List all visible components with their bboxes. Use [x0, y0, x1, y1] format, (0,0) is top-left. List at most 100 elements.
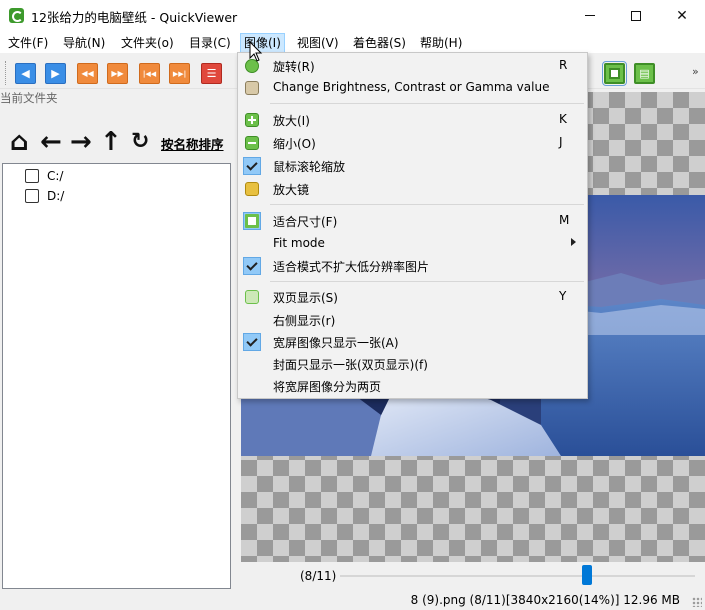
last-page-button[interactable]: ▶▶| — [169, 63, 190, 84]
dual-page-icon — [243, 288, 261, 306]
menu-separator — [270, 281, 584, 282]
menu-item-dual-page[interactable]: 双页显示(S) Y — [240, 286, 585, 308]
status-text: 8 (9).png (8/11)[3840x2160(14%)] 12.96 M… — [410, 593, 680, 607]
prev-page-button[interactable]: ◀ — [15, 63, 36, 84]
menu-item-shortcut: M — [559, 213, 570, 227]
fast-back-button[interactable]: ◀◀ — [77, 63, 98, 84]
page-slider-thumb[interactable] — [581, 565, 592, 585]
tree-item-label: C:/ — [47, 169, 64, 183]
refresh-icon[interactable]: ↻ — [131, 129, 149, 155]
menu-item-cover-single[interactable]: 封面只显示一张(双页显示)(f) — [240, 353, 585, 375]
menu-item-label: Change Brightness, Contrast or Gamma val… — [273, 80, 550, 94]
menu-item-label: 适合模式不扩大低分辨率图片 — [273, 260, 430, 274]
menu-navigate[interactable]: 导航(N) — [60, 33, 108, 53]
menu-item-fit-mode[interactable]: Fit mode — [240, 233, 585, 255]
menu-item-wheel-zoom[interactable]: 鼠标滚轮缩放 — [240, 155, 585, 177]
fit-window-button[interactable] — [602, 61, 627, 86]
menu-help[interactable]: 帮助(H) — [417, 33, 465, 53]
list-icon: ☰ — [206, 67, 217, 80]
menu-item-shortcut: J — [559, 135, 563, 149]
menu-item-shortcut: Y — [559, 289, 567, 303]
menu-item-shortcut: R — [559, 58, 568, 72]
zoom-out-icon — [243, 134, 261, 152]
zoom-in-icon — [243, 111, 261, 129]
back-arrow-icon[interactable]: ← — [40, 129, 62, 155]
close-button[interactable]: ✕ — [659, 0, 705, 31]
fast-forward-button[interactable]: ▶▶ — [107, 63, 128, 84]
page-slider-track[interactable] — [340, 575, 695, 577]
title-bar: 12张给力的电脑壁纸 - QuickViewer ✕ — [0, 0, 705, 31]
toolbar-overflow-button[interactable]: » — [692, 65, 699, 78]
tree-checkbox[interactable] — [25, 169, 39, 183]
fit-icon — [243, 212, 261, 230]
up-arrow-icon[interactable]: ↑ — [100, 129, 122, 155]
menu-item-magnifier[interactable]: 放大镜 — [240, 178, 585, 200]
menu-bar: 文件(F) 导航(N) 文件夹(o) 目录(C) 图像(I) 视图(V) 着色器… — [0, 31, 705, 53]
menu-folder[interactable]: 文件夹(o) — [118, 33, 177, 53]
sort-by-name-link[interactable]: 按名称排序 — [161, 134, 224, 153]
menu-item-label: 宽屏图像只显示一张(A) — [273, 336, 399, 350]
menu-item-label: 放大(I) — [273, 114, 310, 128]
forward-arrow-icon[interactable]: → — [70, 129, 92, 155]
menu-shader[interactable]: 着色器(S) — [350, 33, 409, 53]
menu-catalog[interactable]: 目录(C) — [186, 33, 234, 53]
menu-item-label: 封面只显示一张(双页显示)(f) — [273, 358, 428, 372]
folder-tree: C:/ D:/ — [2, 163, 231, 589]
menu-item-label: 双页显示(S) — [273, 291, 338, 305]
menu-item-brightness[interactable]: Change Brightness, Contrast or Gamma val… — [240, 77, 585, 99]
tree-checkbox[interactable] — [25, 189, 39, 203]
magnifier-icon — [243, 180, 261, 198]
menu-item-right-display[interactable]: 右侧显示(r) — [240, 309, 585, 331]
check-icon — [243, 333, 261, 351]
menu-item-label: 旋转(R) — [273, 60, 315, 74]
fast-back-icon: ◀◀ — [81, 69, 94, 78]
prev-icon: ◀ — [21, 67, 30, 80]
menu-item-fit-size[interactable]: 适合尺寸(F) M — [240, 210, 585, 232]
tree-item-label: D:/ — [47, 189, 65, 203]
gear-icon — [243, 79, 261, 97]
window-title: 12张给力的电脑壁纸 - QuickViewer — [31, 10, 238, 25]
menu-item-label: 缩小(O) — [273, 137, 316, 151]
page-indicator: (8/11) — [300, 569, 337, 583]
maximize-button[interactable] — [613, 0, 659, 31]
playlist-button[interactable]: ☰ — [201, 63, 222, 84]
minimize-button[interactable] — [567, 0, 613, 31]
resize-grip[interactable] — [692, 597, 702, 607]
menu-file[interactable]: 文件(F) — [5, 33, 51, 53]
fast-forward-icon: ▶▶ — [111, 69, 124, 78]
minimize-icon — [585, 15, 595, 16]
check-icon — [243, 257, 261, 275]
menu-item-zoom-in[interactable]: 放大(I) K — [240, 109, 585, 131]
menu-view[interactable]: 视图(V) — [294, 33, 342, 53]
dual-page-button[interactable]: ▤ — [634, 63, 655, 84]
menu-item-label: 适合尺寸(F) — [273, 215, 338, 229]
menu-item-split-wide[interactable]: 将宽屏图像分为两页 — [240, 375, 585, 397]
menu-item-label: 鼠标滚轮缩放 — [273, 160, 346, 174]
home-icon[interactable]: ⌂ — [10, 129, 29, 155]
app-icon — [9, 8, 24, 23]
menu-item-rotate[interactable]: 旋转(R) R — [240, 55, 585, 77]
menu-item-label: 右侧显示(r) — [273, 314, 336, 328]
menu-item-zoom-out[interactable]: 缩小(O) J — [240, 132, 585, 154]
menu-separator — [270, 103, 584, 104]
folder-panel-header: 当前文件夹 — [0, 91, 58, 105]
menu-item-shortcut: K — [559, 112, 567, 126]
menu-separator — [270, 204, 584, 205]
next-page-button[interactable]: ▶ — [45, 63, 66, 84]
menu-item-no-upscale[interactable]: 适合模式不扩大低分辨率图片 — [240, 255, 585, 277]
dual-page-icon: ▤ — [639, 67, 650, 80]
menu-item-label: 放大镜 — [273, 183, 310, 197]
tree-item[interactable]: D:/ — [25, 187, 64, 205]
first-page-button[interactable]: |◀◀ — [139, 63, 160, 84]
folder-nav-bar: ⌂ ← → ↑ ↻ 按名称排序 — [10, 127, 240, 157]
first-icon: |◀◀ — [142, 69, 157, 78]
mouse-cursor-icon — [249, 41, 263, 62]
next-icon: ▶ — [51, 67, 60, 80]
maximize-icon — [631, 10, 641, 21]
last-icon: ▶▶| — [172, 69, 187, 78]
menu-item-label: 将宽屏图像分为两页 — [273, 380, 382, 394]
menu-item-wide-single[interactable]: 宽屏图像只显示一张(A) — [240, 331, 585, 353]
tree-item[interactable]: C:/ — [25, 167, 63, 185]
toolbar-grip[interactable] — [5, 61, 8, 85]
image-menu-dropdown: 旋转(R) R Change Brightness, Contrast or G… — [237, 52, 588, 399]
